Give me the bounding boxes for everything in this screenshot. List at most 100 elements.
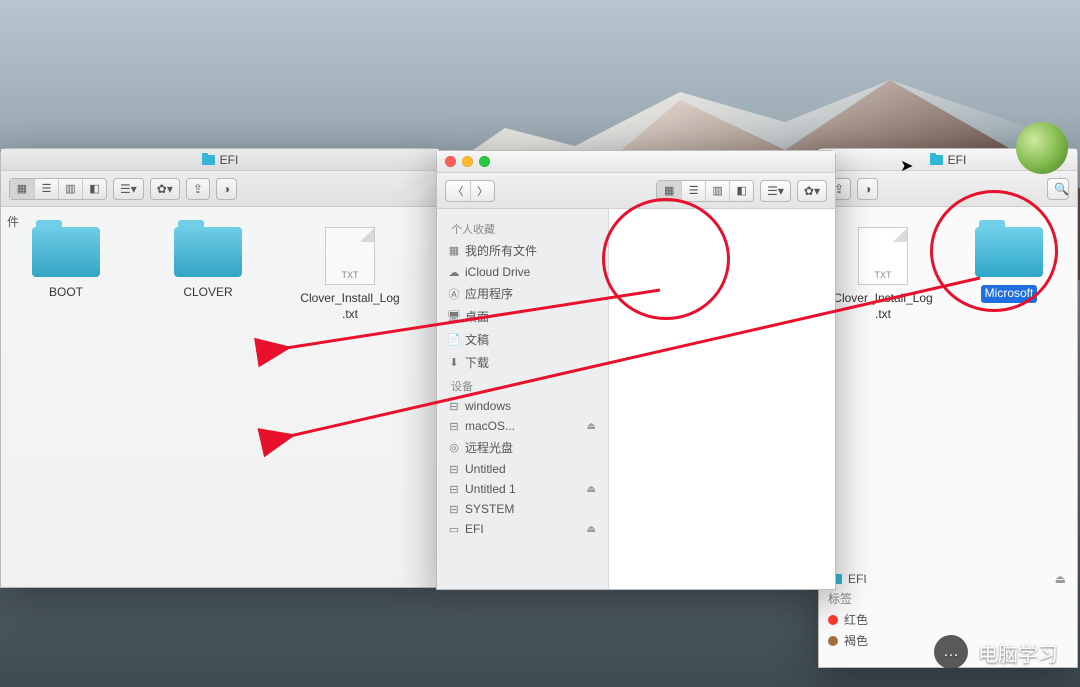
sidebar-item[interactable]: ⊟ macOS... ⏏ [437, 416, 608, 436]
tag-color-dot [828, 636, 838, 646]
eject-icon[interactable]: ⏏ [587, 484, 596, 495]
eject-icon[interactable]: ⏏ [587, 524, 596, 535]
icon-view-button[interactable]: ▦ [10, 179, 34, 199]
sidebar-item-icon: ▭ [447, 523, 461, 536]
sidebar-item[interactable]: ▭ EFI ⏏ [437, 519, 608, 539]
titlebar[interactable]: EFI [1, 149, 439, 171]
eject-icon[interactable]: ⏏ [1055, 572, 1066, 586]
sidebar-tag-item[interactable]: 红色 [822, 609, 1072, 630]
coverflow-view-button[interactable]: ◧ [82, 179, 106, 199]
action-gear-button[interactable]: ✿▾ [797, 180, 827, 202]
sidebar-item-label: EFI [465, 522, 484, 536]
close-button[interactable] [445, 156, 456, 167]
tag-label: 褐色 [844, 632, 868, 649]
folder-item-selected[interactable]: Microsoft [955, 227, 1063, 303]
sidebar-item-label: 远程光盘 [465, 439, 513, 456]
sidebar-item[interactable]: ◎远程光盘 [437, 436, 608, 459]
arrange-button[interactable]: ☰▾ [760, 180, 791, 202]
sidebar-item[interactable]: ▦ 我的所有文件 [437, 239, 608, 262]
column-view-button[interactable]: ▥ [705, 181, 729, 201]
sidebar-item-icon: ▦ [447, 244, 461, 257]
sidebar-item[interactable]: ⬇下载 [437, 351, 608, 374]
view-mode-segmented[interactable]: ▦ ☰ ▥ ◧ [9, 178, 107, 200]
zoom-button[interactable] [479, 156, 490, 167]
coverflow-view-button[interactable]: ◧ [729, 181, 753, 201]
toolbar: ▦ ☰ ▥ ◧ ☰▾ ✿▾ ⇪ ◑ [1, 171, 439, 207]
sidebar-item-icon: ⊟ [447, 420, 461, 433]
sidebar-devices-header: 设备 [437, 374, 608, 396]
sidebar-item-label: windows [465, 399, 511, 413]
sidebar-item[interactable]: ⊟ Untitled [437, 459, 608, 479]
sidebar-item[interactable]: ⊟ windows [437, 396, 608, 416]
view-mode-segmented[interactable]: ▦ ☰ ▥ ◧ [656, 180, 754, 202]
traffic-lights [445, 156, 490, 167]
column-view-button[interactable]: ▥ [58, 179, 82, 199]
list-view-button[interactable]: ☰ [681, 181, 705, 201]
folder-item[interactable]: BOOT [11, 227, 121, 301]
nav-back-forward[interactable]: 〈 〉 [445, 180, 495, 202]
item-label: CLOVER [183, 285, 232, 301]
sidebar-item[interactable]: ⊟ SYSTEM [437, 499, 608, 519]
finder-window-middle[interactable]: 〈 〉 ▦ ☰ ▥ ◧ ☰▾ ✿▾ 个人收藏 ▦ 我的所有文件 ☁iCloud Dr… [436, 150, 836, 590]
txt-file-icon: TXT [325, 227, 375, 285]
list-view-button[interactable]: ☰ [34, 179, 58, 199]
sidebar-item-label: macOS... [465, 419, 515, 433]
sidebar-item-icon: Ⓐ [447, 286, 461, 302]
folder-icon [202, 155, 215, 165]
finder-window-left[interactable]: EFI ▦ ☰ ▥ ◧ ☰▾ ✿▾ ⇪ ◑ 件 BOOT CLOVER TXT … [0, 148, 440, 588]
tag-color-dot [828, 615, 838, 625]
folder-item[interactable]: CLOVER [153, 227, 263, 301]
titlebar[interactable] [437, 151, 835, 173]
item-label: Microsoft [981, 285, 1038, 303]
minimize-button[interactable] [462, 156, 473, 167]
file-item[interactable]: TXT Clover_Install_Log .txt [295, 227, 405, 322]
sidebar-item-icon: ⊟ [447, 463, 461, 476]
window-title: EFI [948, 153, 967, 167]
watermark: … 电脑学习 [934, 635, 1058, 669]
sidebar-item[interactable]: Ⓐ应用程序 [437, 282, 608, 305]
sidebar-item-label: iCloud Drive [465, 265, 530, 279]
sidebar-item-label: 桌面 [465, 308, 489, 325]
truncated-sidebar-text: 件 [7, 213, 19, 230]
sidebar-item-icon: 🖥 [447, 310, 461, 323]
wechat-icon: … [934, 635, 968, 669]
sidebar-item-icon: ⊟ [447, 483, 461, 496]
folder-icon [975, 227, 1043, 277]
icon-view[interactable]: BOOT CLOVER TXT Clover_Install_Log .txt [1, 207, 439, 587]
sidebar-item-label: SYSTEM [465, 502, 514, 516]
eject-icon[interactable]: ⏏ [587, 421, 596, 432]
search-button[interactable]: 🔍 [1047, 178, 1069, 200]
sidebar-favorites-header: 个人收藏 [437, 217, 608, 239]
toolbar: ⇪ ◑ 🔍 [819, 171, 1077, 207]
sidebar-item-label: Untitled [465, 462, 506, 476]
tags-button[interactable]: ◑ [857, 178, 878, 200]
sidebar-item-icon: 📄 [447, 333, 461, 346]
sidebar-item[interactable]: 📄文稿 [437, 328, 608, 351]
sidebar-item[interactable]: ☁iCloud Drive [437, 262, 608, 282]
sidebar-tags-header: 标签 [822, 588, 1072, 609]
window-title: EFI [220, 153, 239, 167]
sidebar-item-icon: ⊟ [447, 400, 461, 413]
icon-view-button[interactable]: ▦ [657, 181, 681, 201]
back-button[interactable]: 〈 [446, 181, 470, 201]
folder-icon [32, 227, 100, 277]
sidebar-item-icon: ⊟ [447, 503, 461, 516]
sidebar-item[interactable]: 🖥 桌面 [437, 305, 608, 328]
sidebar-item-efi[interactable]: EFI ⏏ [822, 570, 1072, 588]
arrange-button[interactable]: ☰▾ [113, 178, 144, 200]
forward-button[interactable]: 〉 [470, 181, 494, 201]
sidebar-item-label: 应用程序 [465, 285, 513, 302]
sidebar-item[interactable]: ⊟ Untitled 1 ⏏ [437, 479, 608, 499]
toolbar: 〈 〉 ▦ ☰ ▥ ◧ ☰▾ ✿▾ [437, 173, 835, 209]
item-label: BOOT [49, 285, 83, 301]
action-gear-button[interactable]: ✿▾ [150, 178, 180, 200]
item-label: Clover_Install_Log .txt [833, 291, 932, 322]
share-button[interactable]: ⇪ [186, 178, 210, 200]
sidebar-item-label: 我的所有文件 [465, 242, 537, 259]
sidebar-item-icon: ⬇ [447, 356, 461, 369]
sidebar-item-label: Untitled 1 [465, 482, 516, 496]
tags-button[interactable]: ◑ [216, 178, 237, 200]
item-label: Clover_Install_Log .txt [300, 291, 399, 322]
sidebar: 个人收藏 ▦我的所有文件☁iCloud DriveⒶ应用程序🖥桌面📄文稿⬇下载 … [437, 209, 609, 589]
clover-desktop-icon[interactable] [1016, 122, 1068, 174]
